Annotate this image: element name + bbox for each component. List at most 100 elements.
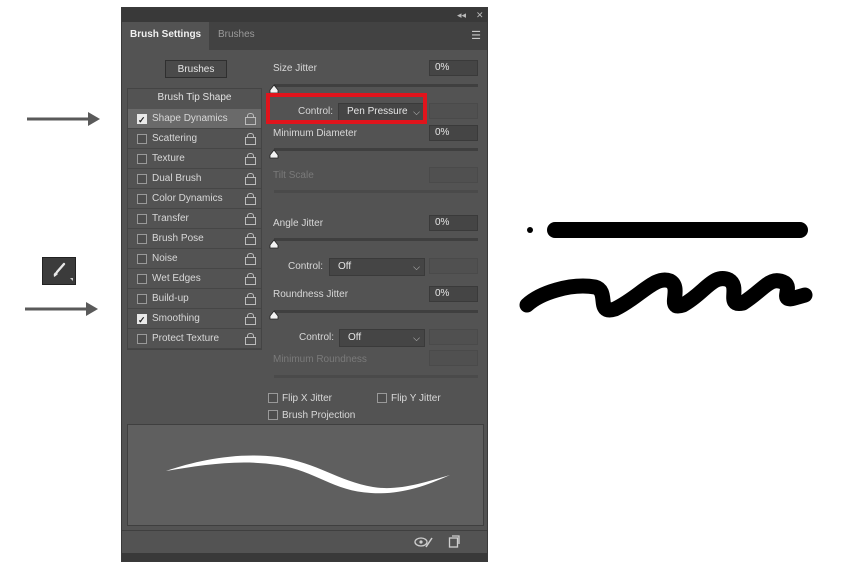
- tilt-scale-value: [429, 167, 478, 183]
- lock-icon[interactable]: [245, 193, 256, 205]
- lock-icon[interactable]: [245, 173, 256, 185]
- option-checkbox[interactable]: [137, 294, 147, 304]
- minimum-roundness-slider: [274, 375, 478, 378]
- option-label: Build-up: [152, 293, 189, 304]
- option-label: Shape Dynamics: [152, 113, 228, 124]
- preview-stroke-graphic: [166, 455, 450, 494]
- option-label: Transfer: [152, 213, 189, 224]
- chevron-down-icon: ⌵: [413, 262, 420, 272]
- option-checkbox[interactable]: [137, 234, 147, 244]
- panel-resize-grip[interactable]: [122, 553, 487, 561]
- new-brush-icon[interactable]: [448, 535, 460, 548]
- option-checkbox[interactable]: [137, 214, 147, 224]
- minimum-roundness-label: Minimum Roundness: [273, 354, 367, 365]
- option-item[interactable]: Color Dynamics: [128, 189, 261, 209]
- option-checkbox[interactable]: [137, 254, 147, 264]
- close-icon[interactable]: ✕: [476, 9, 484, 21]
- control2-dropdown[interactable]: Off ⌵: [329, 258, 425, 276]
- flip-x-checkbox[interactable]: [268, 393, 278, 403]
- lock-icon[interactable]: [245, 293, 256, 305]
- option-label: Wet Edges: [152, 273, 201, 284]
- control2-label: Control:: [288, 261, 324, 272]
- option-label: Dual Brush: [152, 173, 202, 184]
- lock-icon[interactable]: [245, 153, 256, 165]
- tab-brushes[interactable]: Brushes: [210, 22, 263, 50]
- option-item[interactable]: Build-up: [128, 289, 261, 309]
- option-label: Texture: [152, 153, 185, 164]
- minimum-diameter-slider[interactable]: [274, 148, 478, 151]
- size-jitter-slider[interactable]: [274, 84, 478, 87]
- size-jitter-value[interactable]: 0%: [429, 60, 478, 76]
- annotation-arrow-top: [27, 112, 100, 126]
- option-checkbox[interactable]: [137, 110, 147, 130]
- panel-title-bar: ◂◂ ✕: [122, 8, 487, 22]
- tab-brush-settings[interactable]: Brush Settings: [122, 22, 210, 50]
- angle-jitter-label: Angle Jitter: [273, 218, 324, 229]
- option-label: Brush Pose: [152, 233, 204, 244]
- option-checkbox[interactable]: [137, 310, 147, 330]
- control2-value: Off: [338, 261, 352, 272]
- flip-y-label: Flip Y Jitter: [391, 393, 441, 404]
- chevron-down-icon: ⌵: [413, 333, 420, 343]
- option-label: Color Dynamics: [152, 193, 223, 204]
- option-checkbox[interactable]: [137, 134, 147, 144]
- brush-tool-icon[interactable]: [42, 257, 76, 285]
- tilt-scale-slider: [274, 190, 478, 193]
- option-item[interactable]: Texture: [128, 149, 261, 169]
- brush-projection-checkbox[interactable]: [268, 410, 278, 420]
- brushes-button[interactable]: Brushes: [165, 60, 227, 78]
- stroke-preview: [127, 424, 484, 526]
- option-checkbox[interactable]: [137, 174, 147, 184]
- annotation-arrow-bottom: [25, 302, 98, 316]
- minimum-diameter-label: Minimum Diameter: [273, 128, 357, 139]
- option-checkbox[interactable]: [137, 194, 147, 204]
- brush-settings-panel: ◂◂ ✕ Brush Settings Brushes ☰ Brushes Br…: [121, 7, 488, 562]
- option-checkbox[interactable]: [137, 274, 147, 284]
- size-jitter-label: Size Jitter: [273, 63, 317, 74]
- option-checkbox[interactable]: [137, 154, 147, 164]
- control1-extra-field: [429, 103, 478, 119]
- lock-icon[interactable]: [245, 253, 256, 265]
- angle-jitter-slider[interactable]: [274, 238, 478, 241]
- option-item[interactable]: Noise: [128, 249, 261, 269]
- option-label: Scattering: [152, 133, 198, 144]
- lock-icon[interactable]: [245, 333, 256, 345]
- option-item[interactable]: Wet Edges: [128, 269, 261, 289]
- lock-icon[interactable]: [245, 213, 256, 225]
- flip-y-checkbox[interactable]: [377, 393, 387, 403]
- control3-dropdown[interactable]: Off ⌵: [339, 329, 425, 347]
- option-item[interactable]: Shape Dynamics: [128, 109, 261, 130]
- option-label: Smoothing: [152, 313, 200, 324]
- lock-icon[interactable]: [245, 113, 256, 125]
- minimum-roundness-value: [429, 350, 478, 366]
- lock-icon[interactable]: [245, 313, 256, 325]
- collapse-icon[interactable]: ◂◂: [457, 9, 466, 21]
- option-item[interactable]: Smoothing: [128, 309, 261, 330]
- lock-icon[interactable]: [245, 233, 256, 245]
- minimum-diameter-value[interactable]: 0%: [429, 125, 478, 141]
- option-item[interactable]: Brush Pose: [128, 229, 261, 249]
- option-item[interactable]: Scattering: [128, 129, 261, 149]
- angle-jitter-value[interactable]: 0%: [429, 215, 478, 231]
- option-item[interactable]: Protect Texture: [128, 329, 261, 349]
- option-item[interactable]: Dual Brush: [128, 169, 261, 189]
- brush-options-list: Brush Tip Shape Shape Dynamics Scattering…: [127, 88, 262, 350]
- tilt-scale-label: Tilt Scale: [273, 170, 314, 181]
- roundness-jitter-value[interactable]: 0%: [429, 286, 478, 302]
- lock-icon[interactable]: [245, 133, 256, 145]
- panel-menu-icon[interactable]: ☰: [471, 29, 481, 42]
- option-checkbox[interactable]: [137, 334, 147, 344]
- brush-projection-label: Brush Projection: [282, 410, 356, 421]
- control-highlight-box: [266, 93, 427, 124]
- example-brush-strokes: [519, 222, 813, 318]
- panel-bottom-bar: [122, 530, 487, 553]
- roundness-jitter-slider[interactable]: [274, 310, 478, 313]
- eye-brush-icon[interactable]: [414, 536, 434, 548]
- lock-icon[interactable]: [245, 273, 256, 285]
- brush-tip-shape-item[interactable]: Brush Tip Shape: [128, 89, 261, 107]
- control3-extra-field: [429, 329, 478, 345]
- option-label: Protect Texture: [152, 333, 220, 344]
- control3-value: Off: [348, 332, 362, 343]
- option-item[interactable]: Transfer: [128, 209, 261, 229]
- control3-label: Control:: [299, 332, 335, 343]
